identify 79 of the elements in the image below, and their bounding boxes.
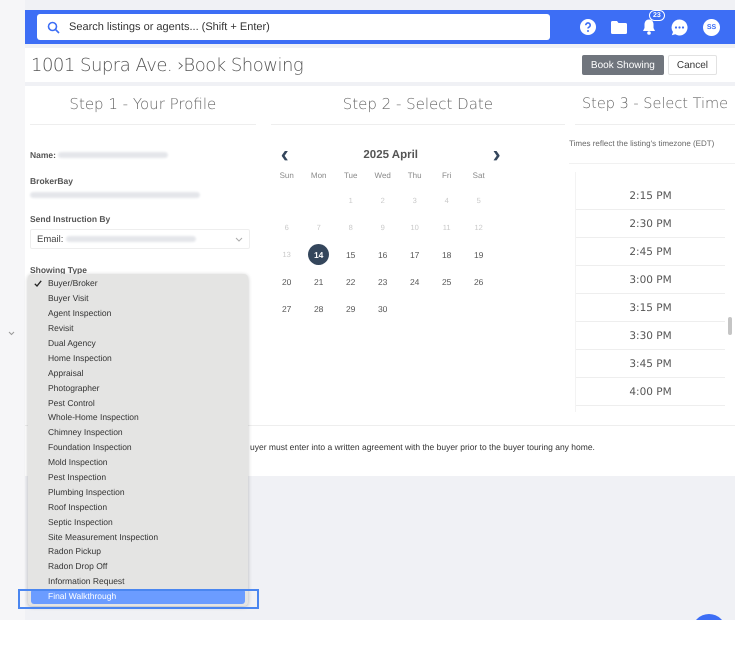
calendar-day[interactable]: 17 — [404, 244, 426, 265]
time-slot[interactable]: 2:45 PM — [576, 238, 725, 266]
calendar-day[interactable]: 21 — [308, 271, 330, 292]
header-button[interactable]: Book Showing — [582, 55, 664, 75]
checkmark-icon — [34, 280, 42, 287]
search-field[interactable]: Search listings or agents... (Shift + Enter) — [37, 14, 550, 40]
time-slot[interactable]: 3:45 PM — [576, 350, 725, 378]
menu-item[interactable]: Mold Inspection — [31, 454, 245, 470]
company-name: BrokerBay — [30, 176, 73, 186]
menu-item[interactable]: Site Measurement Inspection — [31, 529, 245, 544]
calendar-day[interactable]: 26 — [468, 271, 490, 292]
menu-item[interactable]: Chimney Inspection — [31, 424, 245, 440]
menu-item[interactable]: Radon Pickup — [31, 544, 245, 559]
weekday-label: Thu — [406, 170, 423, 182]
menu-item[interactable]: Photographer — [31, 380, 245, 396]
timezone-note: Times reflect the listing's timezone (EDT) — [569, 125, 735, 164]
menu-item[interactable]: Roof Inspection — [31, 499, 245, 514]
menu-item[interactable]: Septic Inspection — [31, 514, 245, 530]
chat-icon[interactable] — [671, 18, 688, 36]
time-slot[interactable]: 2:30 PM — [576, 210, 725, 238]
calendar-day[interactable]: 29 — [340, 298, 362, 319]
menu-item[interactable]: Pest Control — [31, 395, 245, 410]
menu-item[interactable]: Radon Drop Off — [31, 558, 245, 574]
menu-item[interactable]: Pest Inspection — [31, 470, 245, 484]
weekday-label: Sat — [472, 170, 486, 182]
field-label: Send Instruction By — [30, 214, 110, 224]
calendar-day[interactable]: 22 — [340, 271, 362, 292]
calendar-day[interactable]: 27 — [276, 298, 298, 319]
help-icon[interactable] — [580, 19, 596, 35]
chevron-down-icon — [8, 331, 15, 336]
menu-item[interactable]: Revisit — [31, 320, 245, 336]
time-slot[interactable]: 3:15 PM — [576, 294, 725, 322]
calendar-day[interactable]: 28 — [308, 298, 330, 319]
menu-item[interactable]: Dual Agency — [31, 336, 245, 350]
calendar-day[interactable]: 23 — [372, 271, 394, 292]
bell-icon[interactable] — [642, 19, 656, 35]
menu-item[interactable]: Buyer/Broker — [31, 276, 245, 291]
chevron-down-icon — [235, 236, 243, 242]
field-label: Showing Type — [30, 265, 87, 275]
calendar-day[interactable]: 25 — [436, 271, 458, 292]
previous-month-button[interactable]: ‹ — [280, 145, 289, 165]
calendar-day[interactable]: 19 — [468, 244, 490, 265]
menu-item[interactable]: Buyer Visit — [31, 290, 245, 306]
menu-item[interactable]: Whole-Home Inspection — [31, 410, 245, 425]
weekday-label: Sun — [278, 170, 295, 182]
calendar-day[interactable]: 20 — [276, 271, 298, 292]
next-month-button[interactable]: › — [492, 145, 501, 165]
agreement-notice: uyer must enter into a written agreement with the buyer prior to the buyer touring any home. — [250, 442, 595, 452]
menu-item[interactable]: Foundation Inspection — [31, 440, 245, 455]
calendar-day[interactable]: 14 — [308, 244, 330, 265]
time-slot[interactable]: 4:00 PM — [576, 378, 725, 406]
calendar-day[interactable]: 16 — [372, 244, 394, 265]
menu-item[interactable]: Information Request — [31, 574, 245, 589]
weekday-label: Wed — [374, 170, 392, 182]
page-title: 1001 Supra Ave. ›Book Showing — [31, 54, 304, 76]
calendar-day[interactable]: 30 — [372, 298, 394, 319]
menu-item[interactable]: Home Inspection — [31, 350, 245, 366]
step-heading: Step 3 - Select Time — [575, 86, 735, 125]
time-slot[interactable]: 2:15 PM — [576, 182, 725, 210]
time-slot[interactable]: 3:00 PM — [576, 266, 725, 294]
step-heading: Step 1 - Your Profile — [30, 86, 256, 125]
folder-icon[interactable] — [611, 20, 627, 34]
field-label: Name: — [30, 150, 56, 160]
time-slot[interactable]: 3:30 PM — [576, 322, 725, 350]
send-method-select[interactable]: Email: — [30, 229, 250, 249]
weekday-label: Mon — [310, 170, 328, 182]
calendar-day[interactable]: 15 — [340, 244, 362, 265]
search-icon — [47, 21, 60, 34]
menu-item[interactable]: Plumbing Inspection — [31, 484, 245, 500]
weekday-label: Fri — [441, 170, 452, 182]
menu-item[interactable]: Agent Inspection — [31, 306, 245, 321]
scrollbar-thumb[interactable] — [728, 317, 732, 335]
calendar-day[interactable]: 18 — [436, 244, 458, 265]
weekday-label: Tue — [342, 170, 358, 182]
menu-item[interactable]: Appraisal — [31, 365, 245, 380]
calendar-day[interactable]: 24 — [404, 271, 426, 292]
step-heading: Step 2 - Select Date — [270, 86, 566, 125]
header-button[interactable]: Cancel — [668, 55, 717, 75]
calendar-month: 2025 April — [363, 149, 418, 161]
